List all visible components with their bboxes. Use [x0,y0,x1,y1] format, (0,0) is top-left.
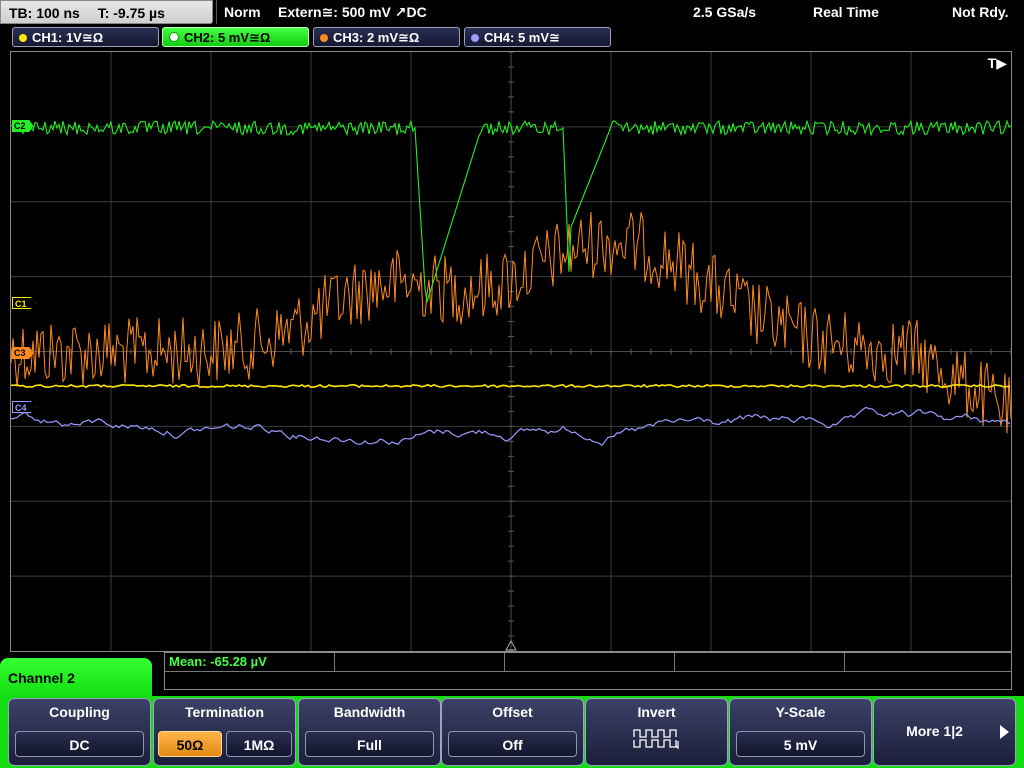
trigger-position-marker: T▶ [987,55,1007,71]
coupling-label: Coupling [49,704,110,720]
invert-softkey[interactable]: Invert [585,698,728,766]
measurement-cell-3[interactable] [505,653,675,671]
menu-title: Channel 2 [0,658,152,698]
termination-50ohm-option[interactable]: 50Ω [158,731,222,757]
ch3-label: CH3: 2 mV≅Ω [333,30,420,45]
sample-rate: 2.5 GSa/s [693,4,757,20]
bandwidth-value: Full [305,731,434,757]
tab-ch1[interactable]: CH1: 1V≅Ω [12,27,159,47]
acquisition-mode: Real Time [813,4,879,20]
termination-label: Termination [184,704,265,720]
pulse-invert-icon [633,729,679,750]
ch3-dot-icon [320,34,328,42]
channel-tabs: CH1: 1V≅Ω CH2: 5 mV≅Ω CH3: 2 mV≅Ω CH4: 5… [0,26,1024,48]
tab-ch2[interactable]: CH2: 5 mV≅Ω [162,27,309,47]
measurement-cell-1[interactable]: Mean: -65.28 µV [165,653,335,671]
ch4-offset-marker[interactable]: C4 [12,401,36,413]
measurement-panel: Mean: -65.28 µV [164,652,1012,690]
timebase-value: TB: 100 ns [9,5,80,21]
waveform-display[interactable]: T▶ [10,51,1012,652]
bandwidth-softkey[interactable]: Bandwidth Full [298,698,441,766]
waveform-canvas [11,52,1011,651]
ch1-offset-marker[interactable]: C1 [12,297,36,309]
mean-measurement: Mean: -65.28 µV [169,654,267,669]
yscale-label: Y-Scale [775,704,826,720]
measurement-cell-4[interactable] [675,653,845,671]
yscale-value: 5 mV [736,731,865,757]
ch1-dot-icon [19,34,27,42]
ch2-dot-icon [169,32,179,42]
trigger-mode[interactable]: Norm [224,0,261,24]
measurement-cell-5[interactable] [845,653,1013,671]
tab-ch3[interactable]: CH3: 2 mV≅Ω [313,27,460,47]
ch4-dot-icon [471,34,479,42]
trigger-source[interactable]: Extern≅: 500 mV ↗DC [278,0,427,24]
tab-ch4[interactable]: CH4: 5 mV≅ [464,27,611,47]
ch2-label: CH2: 5 mV≅Ω [184,30,271,45]
divider [216,0,217,24]
invert-label: Invert [637,704,676,720]
coupling-softkey[interactable]: Coupling DC [8,698,151,766]
yscale-softkey[interactable]: Y-Scale 5 mV [729,698,872,766]
ch4-label: CH4: 5 mV≅ [484,30,560,45]
offset-label: Offset [492,704,533,720]
ch2-offset-marker[interactable]: C2 [12,120,34,132]
ch3-offset-marker[interactable]: C3 [12,347,34,359]
offset-softkey[interactable]: Offset Off [441,698,584,766]
measurement-cell-2[interactable] [335,653,505,671]
run-status: Not Rdy. [952,4,1009,20]
status-bar: TB: 100 ns T: -9.75 µs Norm Extern≅: 500… [0,0,1024,26]
termination-softkey[interactable]: Termination 50Ω 1MΩ [153,698,296,766]
more-softkey[interactable]: More 1|2 [873,698,1016,766]
arrow-right-icon [1000,725,1009,739]
more-label: More 1|2 [906,723,963,739]
coupling-value: DC [15,731,144,757]
ch1-label: CH1: 1V≅Ω [32,30,104,45]
offset-value: Off [448,731,577,757]
trigger-time-value: T: -9.75 µs [97,5,165,21]
divider [165,671,1011,672]
bandwidth-label: Bandwidth [333,704,406,720]
termination-1mohm-option[interactable]: 1MΩ [226,731,292,757]
timebase-box[interactable]: TB: 100 ns T: -9.75 µs [0,0,213,24]
